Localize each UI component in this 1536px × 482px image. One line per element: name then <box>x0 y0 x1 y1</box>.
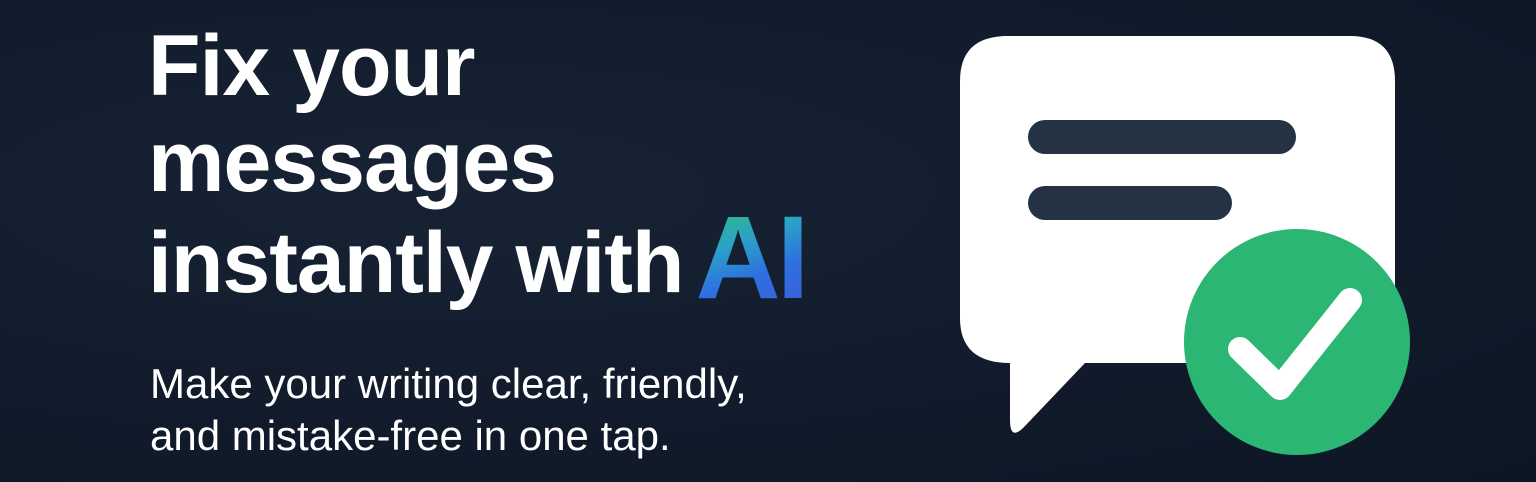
subheadline: Make your writing clear, friendly, and m… <box>150 358 747 462</box>
message-check-illustration <box>960 36 1410 455</box>
text-line-2 <box>1028 186 1232 220</box>
headline-line-1: Fix your <box>148 18 476 114</box>
subheadline-line-1: Make your writing clear, friendly, <box>150 360 747 407</box>
ai-highlight: AI <box>695 192 809 324</box>
checkmark-icon <box>1184 229 1410 455</box>
headline-line-3-text: instantly with <box>148 215 684 311</box>
headline: Fix your messages instantly with AI <box>148 18 809 324</box>
headline-line-3: instantly with AI <box>148 192 809 324</box>
promo-banner: Fix your messages instantly with AI Make … <box>0 0 1536 482</box>
subheadline-line-2: and mistake-free in one tap. <box>150 412 671 459</box>
text-line-1 <box>1028 120 1296 154</box>
